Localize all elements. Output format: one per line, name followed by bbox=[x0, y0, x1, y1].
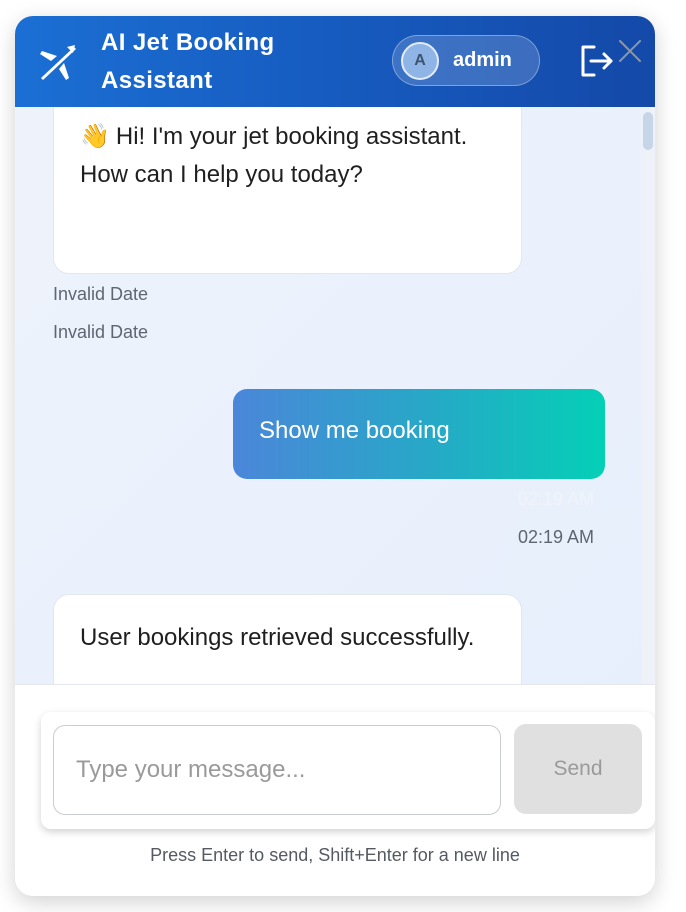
keyboard-hint: Press Enter to send, Shift+Enter for a n… bbox=[150, 845, 520, 865]
chat-header: AI Jet Booking Assistant A admin bbox=[15, 16, 655, 107]
logout-icon[interactable] bbox=[579, 44, 615, 78]
scrollbar-thumb[interactable] bbox=[643, 112, 653, 150]
assistant-message: 👋 Hi! I'm your jet booking assistant. How… bbox=[53, 107, 522, 274]
message-timestamp: Invalid Date bbox=[53, 284, 149, 304]
message-timestamp: 02:19 AM bbox=[518, 527, 595, 547]
message-text: Hi! I'm your jet booking assistant. How … bbox=[80, 123, 468, 188]
waving-hand-emoji: 👋 bbox=[80, 123, 110, 150]
close-icon[interactable] bbox=[617, 38, 643, 64]
send-button[interactable]: Send bbox=[514, 724, 642, 814]
message-input[interactable] bbox=[53, 725, 501, 815]
scrollbar[interactable] bbox=[641, 107, 655, 684]
user-message: Show me booking bbox=[233, 389, 605, 479]
chat-widget: AI Jet Booking Assistant A admin 👋 Hi! I'… bbox=[15, 16, 655, 896]
message-timestamp: Invalid Date bbox=[53, 322, 149, 342]
composer: Send Press Enter to send, Shift+Enter fo… bbox=[15, 684, 655, 896]
user-menu[interactable]: A admin bbox=[392, 35, 540, 86]
assistant-message: User bookings retrieved successfully. bbox=[53, 594, 522, 684]
assistant-title: AI Jet Booking Assistant bbox=[101, 29, 275, 94]
username: admin bbox=[453, 49, 512, 71]
airplane-icon bbox=[40, 45, 76, 80]
message-text: Show me booking bbox=[259, 417, 450, 444]
message-text: User bookings retrieved successfully. bbox=[80, 624, 475, 651]
input-card: Send bbox=[41, 712, 655, 829]
avatar: A bbox=[401, 42, 439, 80]
message-timestamp: 02:19 AM bbox=[518, 489, 595, 509]
message-list[interactable]: 👋 Hi! I'm your jet booking assistant. How… bbox=[15, 107, 655, 684]
